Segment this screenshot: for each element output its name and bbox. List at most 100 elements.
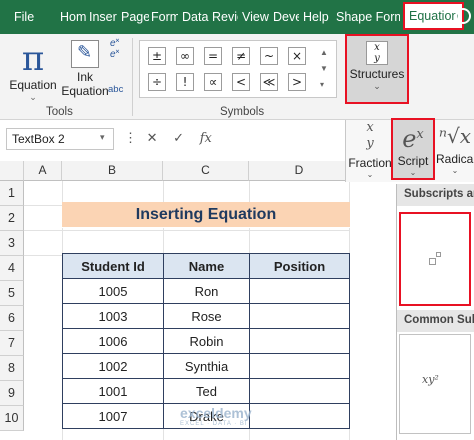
row-header-6[interactable]: 6 bbox=[0, 306, 24, 331]
chevron-down-icon: ⌄ bbox=[29, 92, 37, 102]
script-button[interactable]: ex Script ⌄ bbox=[391, 118, 435, 180]
table-row: 1002 Synthia bbox=[62, 353, 350, 379]
base-placeholder-icon bbox=[429, 258, 436, 265]
equation-options-icons[interactable]: e˟ e˟ bbox=[110, 38, 128, 60]
symbols-group-label: Symbols bbox=[220, 106, 265, 118]
normal-text-button[interactable]: abc bbox=[108, 84, 123, 95]
row-header-4[interactable]: 4 bbox=[0, 256, 24, 281]
cell-student-id[interactable]: 1003 bbox=[62, 303, 164, 329]
professional-icon[interactable]: e˟ bbox=[110, 38, 128, 49]
row-header-5[interactable]: 5 bbox=[0, 281, 24, 306]
tab-file[interactable]: File bbox=[14, 0, 40, 34]
select-all-corner[interactable] bbox=[0, 161, 24, 181]
watermark-tagline: EXCEL · DATA · BI bbox=[180, 421, 248, 427]
ink-label-2: Equation bbox=[61, 84, 109, 98]
cell-position[interactable] bbox=[249, 353, 350, 379]
cell-position[interactable] bbox=[249, 378, 350, 404]
cell-name[interactable]: Robin bbox=[163, 328, 250, 354]
table-row: 1001 Ted bbox=[62, 378, 350, 404]
cell-name[interactable]: Ron bbox=[163, 278, 250, 304]
header-student-id[interactable]: Student Id bbox=[62, 253, 164, 279]
name-box[interactable]: TextBox 2 bbox=[6, 128, 114, 150]
table-row: 1005 Ron bbox=[62, 278, 350, 304]
tab-help[interactable]: Help bbox=[303, 0, 331, 34]
subscripts-header: Subscripts and Superscripts bbox=[397, 184, 474, 206]
superscript-template[interactable] bbox=[399, 212, 471, 306]
cell-student-id[interactable]: 1007 bbox=[62, 403, 164, 429]
cell-student-id[interactable]: 1005 bbox=[62, 278, 164, 304]
tab-developer[interactable]: Deve bbox=[273, 0, 299, 34]
script-dropdown-panel: Subscripts and Superscripts Common Subsc… bbox=[396, 184, 474, 440]
tab-formulas[interactable]: Form bbox=[151, 0, 178, 34]
cell-student-id[interactable]: 1002 bbox=[62, 353, 164, 379]
radical-icon: ⁿ√x bbox=[438, 124, 472, 148]
tools-group-label: Tools bbox=[46, 106, 73, 118]
symbol-factorial[interactable]: ! bbox=[176, 73, 194, 91]
pi-icon: π bbox=[21, 39, 45, 79]
tab-view[interactable]: View bbox=[242, 0, 270, 34]
script-icon: ex bbox=[402, 125, 424, 153]
row-header-2[interactable]: 2 bbox=[0, 206, 24, 231]
cell-position[interactable] bbox=[249, 328, 350, 354]
row-header-9[interactable]: 9 bbox=[0, 381, 24, 406]
sheet-title-cell[interactable]: Inserting Equation bbox=[62, 202, 350, 228]
column-header-a[interactable]: A bbox=[24, 161, 62, 181]
ink-equation-button[interactable]: Ink Equation bbox=[60, 36, 110, 98]
column-header-b[interactable]: B bbox=[62, 161, 163, 181]
cell-student-id[interactable]: 1001 bbox=[62, 378, 164, 404]
tab-home[interactable]: Hom bbox=[60, 0, 86, 34]
row-header-3[interactable]: 3 bbox=[0, 231, 24, 256]
symbol-greater-than[interactable]: > bbox=[288, 73, 306, 91]
cancel-icon[interactable]: ✕ bbox=[147, 130, 158, 145]
cell-position[interactable] bbox=[249, 403, 350, 429]
tab-review[interactable]: Revie bbox=[212, 0, 238, 34]
tab-insert[interactable]: Inser bbox=[89, 0, 117, 34]
equation-button[interactable]: π Equation ⌄ bbox=[6, 40, 60, 103]
formula-bar: TextBox 2 ▾ ⋮ ✕ ✓ fx bbox=[0, 120, 345, 158]
chevron-down-icon: ⌄ bbox=[366, 170, 374, 179]
row-header-1[interactable]: 1 bbox=[0, 181, 24, 206]
cell-position[interactable] bbox=[249, 303, 350, 329]
row-header-7[interactable]: 7 bbox=[0, 331, 24, 356]
symbol-less-than[interactable]: < bbox=[232, 73, 250, 91]
script-button-content: ex Script ⌄ bbox=[393, 120, 433, 177]
radical-button[interactable]: ⁿ√x Radical ⌄ bbox=[436, 120, 474, 175]
symbol-tilde[interactable]: ~ bbox=[260, 47, 278, 65]
tab-shape-format[interactable]: Shape Format bbox=[336, 0, 400, 34]
common-subscript-template[interactable]: xy² bbox=[399, 334, 471, 434]
tab-page-layout[interactable]: Page bbox=[121, 0, 149, 34]
row-header-10[interactable]: 10 bbox=[0, 406, 24, 431]
cell-name[interactable]: Ted bbox=[163, 378, 250, 404]
structures-label: Structures bbox=[349, 67, 405, 81]
symbol-proportional[interactable]: ∝ bbox=[204, 73, 222, 91]
fraction-icon: xy bbox=[366, 120, 374, 151]
header-position[interactable]: Position bbox=[249, 253, 350, 279]
table-row: 1006 Robin bbox=[62, 328, 350, 354]
symbol-divide[interactable]: ÷ bbox=[148, 73, 166, 91]
common-subscripts-header: Common Subscripts bbox=[397, 310, 474, 332]
symbol-plus-minus[interactable]: ± bbox=[148, 47, 166, 65]
symbol-times[interactable]: × bbox=[288, 47, 306, 65]
header-name[interactable]: Name bbox=[163, 253, 250, 279]
symbol-infinity[interactable]: ∞ bbox=[176, 47, 194, 65]
cell-position[interactable] bbox=[249, 278, 350, 304]
insert-function-icon[interactable]: fx bbox=[200, 131, 212, 146]
column-header-d[interactable]: D bbox=[249, 161, 350, 181]
gallery-scroll-arrows[interactable]: ▲ ▼ ▾ bbox=[320, 45, 328, 93]
cell-student-id[interactable]: 1006 bbox=[62, 328, 164, 354]
tab-data[interactable]: Data bbox=[182, 0, 209, 34]
watermark-name: exceldemy bbox=[180, 405, 252, 421]
row-header-8[interactable]: 8 bbox=[0, 356, 24, 381]
cell-name[interactable]: Synthia bbox=[163, 353, 250, 379]
cell-name[interactable]: Rose bbox=[163, 303, 250, 329]
fraction-button[interactable]: xy Fraction ⌄ bbox=[348, 120, 392, 179]
symbol-not-equal[interactable]: ≠ bbox=[232, 47, 250, 65]
linear-icon[interactable]: e˟ bbox=[110, 49, 128, 60]
name-box-dropdown-icon[interactable]: ▾ bbox=[100, 132, 105, 143]
symbol-equals[interactable]: = bbox=[204, 47, 222, 65]
structures-button[interactable]: x y Structures ⌄ bbox=[345, 34, 409, 104]
symbol-much-less[interactable]: ≪ bbox=[260, 73, 278, 91]
column-header-c[interactable]: C bbox=[163, 161, 249, 181]
enter-icon[interactable]: ✓ bbox=[173, 130, 184, 145]
lightbulb-icon[interactable] bbox=[455, 8, 471, 24]
